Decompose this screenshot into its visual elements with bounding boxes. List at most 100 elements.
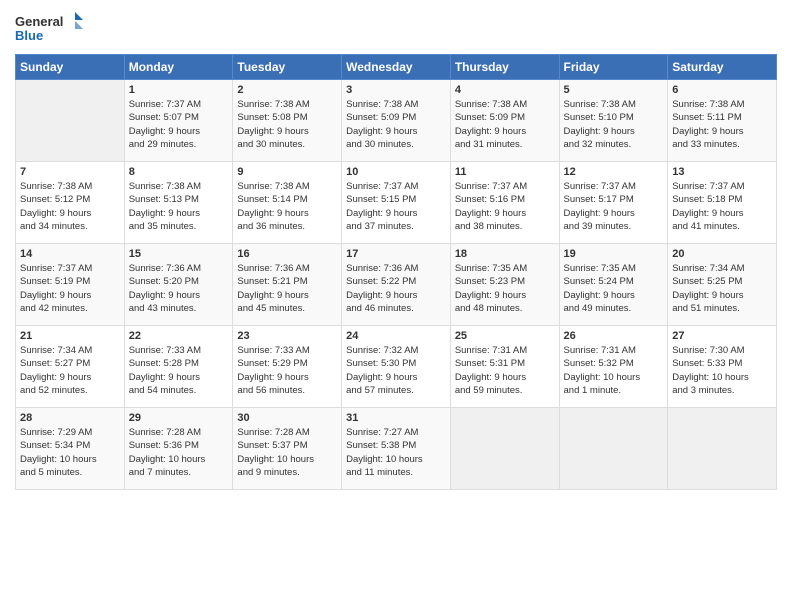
day-number: 20 <box>672 248 772 260</box>
day-number: 10 <box>346 166 446 178</box>
day-number: 30 <box>237 412 337 424</box>
day-cell: 21 Sunrise: 7:34 AMSunset: 5:27 PMDayligh… <box>16 326 125 408</box>
day-cell: 19 Sunrise: 7:35 AMSunset: 5:24 PMDayligh… <box>559 244 668 326</box>
week-row-5: 28 Sunrise: 7:29 AMSunset: 5:34 PMDayligh… <box>16 408 777 490</box>
day-cell: 30 Sunrise: 7:28 AMSunset: 5:37 PMDayligh… <box>233 408 342 490</box>
col-header-sunday: Sunday <box>16 55 125 80</box>
day-info: Sunrise: 7:38 AMSunset: 5:09 PMDaylight:… <box>455 98 555 151</box>
day-number: 6 <box>672 84 772 96</box>
day-number: 9 <box>237 166 337 178</box>
day-info: Sunrise: 7:31 AMSunset: 5:32 PMDaylight:… <box>564 344 664 397</box>
day-number: 15 <box>129 248 229 260</box>
day-cell: 31 Sunrise: 7:27 AMSunset: 5:38 PMDayligh… <box>342 408 451 490</box>
day-number: 23 <box>237 330 337 342</box>
day-info: Sunrise: 7:29 AMSunset: 5:34 PMDaylight:… <box>20 426 120 479</box>
day-number: 1 <box>129 84 229 96</box>
day-cell: 18Sunrise: 7:35 AMSunset: 5:23 PMDayligh… <box>450 244 559 326</box>
day-cell: 28 Sunrise: 7:29 AMSunset: 5:34 PMDayligh… <box>16 408 125 490</box>
day-info: Sunrise: 7:37 AMSunset: 5:17 PMDaylight:… <box>564 180 664 233</box>
day-cell: 27Sunrise: 7:30 AMSunset: 5:33 PMDayligh… <box>668 326 777 408</box>
day-number: 14 <box>20 248 120 260</box>
day-number: 5 <box>564 84 664 96</box>
page-container: General Blue SundayMondayTuesdayWednesda… <box>0 0 792 500</box>
day-info: Sunrise: 7:38 AMSunset: 5:09 PMDaylight:… <box>346 98 446 151</box>
day-number: 25 <box>455 330 555 342</box>
day-number: 17 <box>346 248 446 260</box>
col-header-thursday: Thursday <box>450 55 559 80</box>
day-number: 29 <box>129 412 229 424</box>
day-cell: 1 Sunrise: 7:37 AMSunset: 5:07 PMDaylight… <box>124 80 233 162</box>
day-cell: 6 Sunrise: 7:38 AMSunset: 5:11 PMDaylight… <box>668 80 777 162</box>
day-number: 22 <box>129 330 229 342</box>
col-header-monday: Monday <box>124 55 233 80</box>
day-cell: 2 Sunrise: 7:38 AMSunset: 5:08 PMDaylight… <box>233 80 342 162</box>
day-cell: 24 Sunrise: 7:32 AMSunset: 5:30 PMDayligh… <box>342 326 451 408</box>
day-info: Sunrise: 7:34 AMSunset: 5:25 PMDaylight:… <box>672 262 772 315</box>
day-info: Sunrise: 7:38 AMSunset: 5:08 PMDaylight:… <box>237 98 337 151</box>
day-cell: 14 Sunrise: 7:37 AMSunset: 5:19 PMDayligh… <box>16 244 125 326</box>
day-info: Sunrise: 7:31 AMSunset: 5:31 PMDaylight:… <box>455 344 555 397</box>
day-cell: 20 Sunrise: 7:34 AMSunset: 5:25 PMDayligh… <box>668 244 777 326</box>
day-cell <box>668 408 777 490</box>
day-cell <box>16 80 125 162</box>
day-cell: 7Sunrise: 7:38 AMSunset: 5:12 PMDaylight… <box>16 162 125 244</box>
day-number: 2 <box>237 84 337 96</box>
col-header-friday: Friday <box>559 55 668 80</box>
day-info: Sunrise: 7:36 AMSunset: 5:20 PMDaylight:… <box>129 262 229 315</box>
logo: General Blue <box>15 10 85 46</box>
week-row-3: 14 Sunrise: 7:37 AMSunset: 5:19 PMDayligh… <box>16 244 777 326</box>
col-header-saturday: Saturday <box>668 55 777 80</box>
header: General Blue <box>15 10 777 46</box>
day-info: Sunrise: 7:35 AMSunset: 5:24 PMDaylight:… <box>564 262 664 315</box>
day-cell <box>450 408 559 490</box>
day-cell: 3 Sunrise: 7:38 AMSunset: 5:09 PMDaylight… <box>342 80 451 162</box>
svg-text:General: General <box>15 14 63 29</box>
day-number: 28 <box>20 412 120 424</box>
day-info: Sunrise: 7:32 AMSunset: 5:30 PMDaylight:… <box>346 344 446 397</box>
day-cell: 5 Sunrise: 7:38 AMSunset: 5:10 PMDaylight… <box>559 80 668 162</box>
week-row-4: 21 Sunrise: 7:34 AMSunset: 5:27 PMDayligh… <box>16 326 777 408</box>
day-number: 26 <box>564 330 664 342</box>
day-cell: 9Sunrise: 7:38 AMSunset: 5:14 PMDaylight… <box>233 162 342 244</box>
day-number: 24 <box>346 330 446 342</box>
day-number: 8 <box>129 166 229 178</box>
day-info: Sunrise: 7:37 AMSunset: 5:15 PMDaylight:… <box>346 180 446 233</box>
day-info: Sunrise: 7:38 AMSunset: 5:11 PMDaylight:… <box>672 98 772 151</box>
day-number: 27 <box>672 330 772 342</box>
day-number: 31 <box>346 412 446 424</box>
day-cell: 26 Sunrise: 7:31 AMSunset: 5:32 PMDayligh… <box>559 326 668 408</box>
day-cell: 12 Sunrise: 7:37 AMSunset: 5:17 PMDayligh… <box>559 162 668 244</box>
day-info: Sunrise: 7:37 AMSunset: 5:18 PMDaylight:… <box>672 180 772 233</box>
day-number: 12 <box>564 166 664 178</box>
day-number: 11 <box>455 166 555 178</box>
day-info: Sunrise: 7:28 AMSunset: 5:37 PMDaylight:… <box>237 426 337 479</box>
day-info: Sunrise: 7:37 AMSunset: 5:16 PMDaylight:… <box>455 180 555 233</box>
day-info: Sunrise: 7:38 AMSunset: 5:10 PMDaylight:… <box>564 98 664 151</box>
col-header-wednesday: Wednesday <box>342 55 451 80</box>
header-row: SundayMondayTuesdayWednesdayThursdayFrid… <box>16 55 777 80</box>
day-cell: 13 Sunrise: 7:37 AMSunset: 5:18 PMDayligh… <box>668 162 777 244</box>
day-cell: 23Sunrise: 7:33 AMSunset: 5:29 PMDayligh… <box>233 326 342 408</box>
day-info: Sunrise: 7:27 AMSunset: 5:38 PMDaylight:… <box>346 426 446 479</box>
day-info: Sunrise: 7:34 AMSunset: 5:27 PMDaylight:… <box>20 344 120 397</box>
day-number: 3 <box>346 84 446 96</box>
day-info: Sunrise: 7:37 AMSunset: 5:19 PMDaylight:… <box>20 262 120 315</box>
day-cell: 22 Sunrise: 7:33 AMSunset: 5:28 PMDayligh… <box>124 326 233 408</box>
day-cell: 4 Sunrise: 7:38 AMSunset: 5:09 PMDaylight… <box>450 80 559 162</box>
day-info: Sunrise: 7:38 AMSunset: 5:12 PMDaylight:… <box>20 180 120 233</box>
day-cell: 10 Sunrise: 7:37 AMSunset: 5:15 PMDayligh… <box>342 162 451 244</box>
day-number: 13 <box>672 166 772 178</box>
day-info: Sunrise: 7:36 AMSunset: 5:21 PMDaylight:… <box>237 262 337 315</box>
day-number: 4 <box>455 84 555 96</box>
col-header-tuesday: Tuesday <box>233 55 342 80</box>
day-cell: 25 Sunrise: 7:31 AMSunset: 5:31 PMDayligh… <box>450 326 559 408</box>
day-number: 19 <box>564 248 664 260</box>
day-info: Sunrise: 7:33 AMSunset: 5:28 PMDaylight:… <box>129 344 229 397</box>
day-cell: 29Sunrise: 7:28 AMSunset: 5:36 PMDayligh… <box>124 408 233 490</box>
week-row-1: 1 Sunrise: 7:37 AMSunset: 5:07 PMDaylight… <box>16 80 777 162</box>
calendar-table: SundayMondayTuesdayWednesdayThursdayFrid… <box>15 54 777 490</box>
day-number: 21 <box>20 330 120 342</box>
day-cell: 8Sunrise: 7:38 AMSunset: 5:13 PMDaylight… <box>124 162 233 244</box>
day-info: Sunrise: 7:37 AMSunset: 5:07 PMDaylight:… <box>129 98 229 151</box>
day-cell <box>559 408 668 490</box>
